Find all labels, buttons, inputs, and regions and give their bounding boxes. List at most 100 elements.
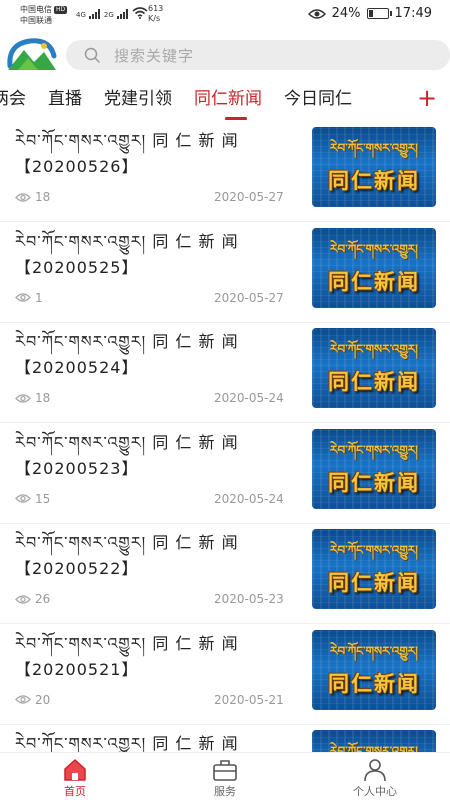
views-eye-icon — [15, 494, 31, 503]
tab-tongren-news[interactable]: 同仁新闻 — [194, 86, 262, 120]
battery-fill — [368, 10, 373, 17]
nav-home[interactable]: 首页 — [0, 753, 150, 800]
tab-party-building[interactable]: 党建引领 — [104, 86, 172, 112]
news-title: རེབ་ཀོང་གསར་འགྱུར། 同 仁 新 闻【20200525】 — [15, 229, 285, 281]
news-title-cn: 同 仁 新 闻 — [152, 432, 239, 452]
views-eye-icon — [15, 293, 31, 302]
news-title-tibetan: རེབ་ཀོང་གསར་འགྱུར། — [15, 533, 147, 552]
news-title: རེབ་ཀོང་གསར་འགྱུར། 同 仁 新 闻【20200526】 — [15, 128, 285, 180]
news-thumbnail[interactable]: རེབ་ཀོང་གསར་འགྱུར།同仁新闻 — [312, 428, 436, 509]
thumbnail-banner-tibetan: རེབ་ཀོང་གསར་འགྱུར། — [330, 342, 418, 356]
news-title: རེབ་ཀོང་གསར་འགྱུར། 同 仁 新 闻 — [15, 731, 285, 752]
news-title-code: 【20200525】 — [15, 257, 139, 277]
thumbnail-banner-cn: 同仁新闻 — [328, 470, 420, 495]
news-views: 18 — [15, 391, 50, 405]
news-date: 2020-05-21 — [214, 692, 284, 707]
signal-indicators: 4G 2G — [76, 7, 148, 19]
news-title-tibetan: རེབ་ཀོང་གསར་འགྱུར། — [15, 432, 147, 452]
news-title-tibetan: རེབ་ཀོང་གསར་འགྱུར། — [15, 633, 147, 653]
news-title-cn: 同 仁 新 闻 — [152, 231, 239, 251]
news-list: རེབ་ཀོང་གསར་འགྱུར། 同 仁 新 闻【20200526】 18 20… — [0, 122, 450, 752]
news-title-code: 【20200522】 — [15, 559, 139, 578]
news-item[interactable]: རེབ་ཀོང་གསར་འགྱུར། 同 仁 新 闻【20200523】 15 20… — [0, 424, 450, 524]
views-eye-icon — [15, 393, 31, 403]
news-date: 2020-05-27 — [214, 290, 284, 305]
news-title-cn: 同 仁 新 闻 — [152, 734, 239, 752]
news-title-code: 【20200521】 — [15, 659, 139, 679]
news-thumbnail[interactable]: རེབ་ཀོང་གསར་འགྱུར། 同仁新闻 — [312, 328, 436, 408]
news-thumbnail[interactable]: རེབ་ཀོང་གསར་འགྱུར། 同仁新闻 — [312, 629, 436, 710]
network-type-2: 2G — [103, 11, 114, 19]
nav-services-label: 服务 — [214, 785, 236, 798]
news-title: རེབ་ཀོང་གསར་འགྱུར། 同 仁 新 闻【20200523】 — [15, 430, 285, 482]
tab-today-tongren[interactable]: 今日同仁 — [284, 86, 352, 112]
thumbnail-banner-cn: 同仁新闻 — [328, 269, 420, 294]
thumbnail-banner-cn: 同仁新闻 — [328, 169, 420, 193]
news-title-code: 【20200526】 — [15, 157, 139, 176]
carrier-2: 中国联通 — [20, 16, 52, 25]
news-views: 1 — [15, 291, 43, 305]
news-thumbnail[interactable]: རེབ་ཀོང་གསར་འགྱུར། 同仁新闻 — [312, 127, 436, 207]
thumbnail-banner-cn: 同仁新闻 — [328, 671, 420, 696]
header: 搜索关键字 — [0, 32, 450, 78]
status-bar: 中国电信 HD 中国联通 4G 2G 613 K/s 24% 17:49 — [0, 0, 450, 32]
news-views: 18 — [15, 190, 50, 204]
speed-unit: K/s — [148, 14, 161, 23]
news-title-tibetan: རེབ་ཀོང་གསར་འགྱུར། — [15, 231, 147, 251]
news-date: 2020-05-23 — [214, 592, 284, 606]
nav-services[interactable]: 服务 — [150, 753, 300, 800]
news-view-count: 18 — [35, 391, 51, 405]
views-eye-icon — [15, 192, 31, 202]
search-bar[interactable]: 搜索关键字 — [66, 40, 450, 70]
views-eye-icon — [15, 695, 31, 704]
battery-icon — [366, 8, 392, 19]
views-eye-icon — [15, 594, 31, 604]
news-item[interactable]: རེབ་ཀོང་གསར་འགྱུར། 同 仁 新 闻【20200526】 18 20… — [0, 122, 450, 222]
add-tab-button[interactable]: + — [414, 84, 440, 112]
news-title-cn: 同 仁 新 闻 — [152, 131, 239, 150]
news-title-tibetan: རེབ་ཀོང་གསར་འགྱུར། — [15, 734, 147, 752]
news-item[interactable]: རེབ་ཀོང་གསར་འགྱུར། 同 仁 新 闻 རེབ་ཀོང་གསར་འག… — [0, 725, 450, 752]
thumbnail-banner-tibetan: རེབ་ཀོང་གསར་འགྱུར། — [330, 643, 418, 658]
news-title-tibetan: རེབ་ཀོང་གསར་འགྱུར། — [15, 131, 147, 150]
news-thumbnail[interactable]: རེབ་ཀོང་གསར་འགྱུར།同仁新闻 — [312, 529, 436, 609]
news-item[interactable]: རེབ་ཀོང་གསར་འགྱུར། 同 仁 新 闻【20200525】 1 202… — [0, 223, 450, 323]
signal-icon — [88, 9, 100, 19]
thumbnail-banner-cn: 同仁新闻 — [328, 370, 420, 394]
news-title-tibetan: རེབ་ཀོང་གསར་འགྱུར། — [15, 332, 147, 351]
news-title-code: 【20200523】 — [15, 458, 139, 478]
news-title: རེབ་ཀོང་གསར་འགྱུར། 同 仁 新 闻【20200521】 — [15, 631, 285, 683]
category-tabs: 两会 直播 党建引领 同仁新闻 今日同仁 + — [0, 80, 450, 120]
tab-live[interactable]: 直播 — [48, 86, 82, 112]
tab-lianghui[interactable]: 两会 — [0, 86, 26, 112]
news-title: རེབ་ཀོང་གསར་འགྱུར། 同 仁 新 闻【20200524】 — [15, 329, 285, 381]
network-speed: 613 K/s — [148, 4, 163, 24]
news-item[interactable]: རེབ་ཀོང་གསར་འགྱུར། 同 仁 新 闻【20200521】 20 20… — [0, 625, 450, 725]
news-title-cn: 同 仁 新 闻 — [152, 332, 239, 351]
news-view-count: 15 — [35, 491, 51, 506]
news-date: 2020-05-24 — [214, 491, 284, 506]
nav-home-label: 首页 — [64, 785, 86, 798]
carrier-info: 中国电信 HD 中国联通 — [20, 4, 68, 26]
news-thumbnail[interactable]: རེབ་ཀོང་གསར་འགྱུར།同仁新闻 — [312, 730, 436, 752]
news-view-count: 20 — [35, 692, 51, 707]
news-views: 15 — [15, 492, 50, 506]
nav-profile[interactable]: 个人中心 — [300, 753, 450, 800]
thumbnail-banner-tibetan: རེབ་ཀོང་གསར་འགྱུར། — [330, 141, 418, 155]
app-logo-icon[interactable] — [4, 36, 58, 76]
news-item[interactable]: རེབ་ཀོང་གསར་འགྱུར། 同 仁 新 闻【20200522】 26 20… — [0, 524, 450, 624]
news-view-count: 18 — [35, 190, 51, 204]
status-right: 24% 17:49 — [307, 6, 432, 21]
clock: 17:49 — [394, 6, 432, 21]
thumbnail-banner-tibetan: རེབ་ཀོང་གསར་འགྱུར། — [330, 543, 418, 557]
eye-comfort-icon — [307, 8, 326, 19]
bottom-nav: 首页 服务 个人中心 — [0, 752, 450, 800]
news-item[interactable]: རེབ་ཀོང་གསར་འགྱུར། 同 仁 新 闻【20200524】 18 20… — [0, 323, 450, 423]
news-date: 2020-05-27 — [214, 190, 284, 204]
news-thumbnail[interactable]: རེབ་ཀོང་གསར་འགྱུར།同仁新闻 — [312, 227, 436, 308]
search-input[interactable]: 搜索关键字 — [114, 45, 194, 66]
news-views: 20 — [15, 693, 50, 707]
hd-badge: HD — [54, 5, 68, 14]
briefcase-icon — [213, 760, 237, 781]
news-views: 26 — [15, 592, 50, 606]
